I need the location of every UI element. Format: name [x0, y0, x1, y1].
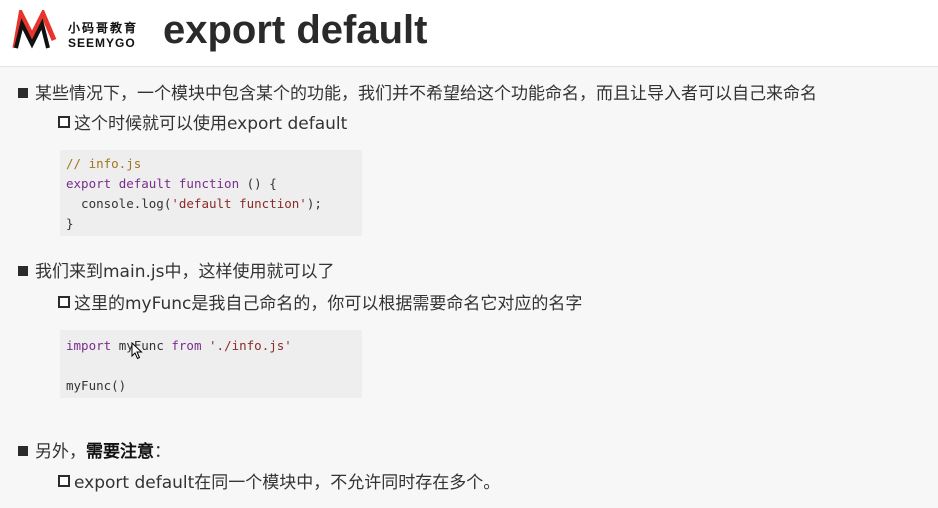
hollow-square-bullet-icon: [58, 475, 70, 487]
section-1-bullet: 某些情况下，一个模块中包含某个的功能，我们并不希望给这个功能命名，而且让导入者可…: [18, 84, 817, 104]
code-line-4: }: [66, 216, 74, 231]
section-1-text: 某些情况下，一个模块中包含某个的功能，我们并不希望给这个功能命名，而且让导入者可…: [35, 84, 817, 104]
section-3-text-prefix: 另外，: [35, 442, 86, 462]
square-bullet-icon: [18, 266, 28, 276]
code-line-3: myFunc(): [66, 378, 127, 393]
slide-header: 小码哥教育 SEEMYGO export default: [0, 0, 938, 66]
section-3-text-strong: 需要注意: [86, 442, 154, 462]
square-bullet-icon: [18, 446, 28, 456]
section-2-sub-bullet: 这里的myFunc是我自己命名的，你可以根据需要命名它对应的名字: [58, 294, 582, 314]
header-divider: [0, 66, 938, 67]
slide-title: export default: [163, 8, 428, 52]
logo-m-icon: [12, 10, 57, 49]
section-2-text: 我们来到main.js中，这样使用就可以了: [35, 262, 335, 282]
code-line-3: console.log('default function');: [66, 196, 322, 211]
square-bullet-icon: [18, 88, 28, 98]
logo-text-en: SEEMYGO: [68, 36, 136, 50]
section-3-bullet: 另外，需要注意：: [18, 442, 171, 462]
code-block-info-js: // info.js export default function () { …: [60, 150, 362, 236]
hollow-square-bullet-icon: [58, 116, 70, 128]
code-line-1: import myFunc from './info.js': [66, 338, 292, 353]
code-line-1: // info.js: [66, 156, 142, 171]
logo: 小码哥教育 SEEMYGO: [12, 8, 146, 56]
section-2-sub-text: 这里的myFunc是我自己命名的，你可以根据需要命名它对应的名字: [74, 294, 583, 314]
section-3-text-suffix: ：: [154, 442, 171, 462]
section-1-sub-bullet: 这个时候就可以使用export default: [58, 114, 347, 134]
hollow-square-bullet-icon: [58, 296, 70, 308]
section-1-sub-text: 这个时候就可以使用export default: [74, 114, 348, 134]
logo-text-cn: 小码哥教育: [68, 21, 139, 35]
code-line-2: export default function () {: [66, 176, 277, 191]
section-2-bullet: 我们来到main.js中，这样使用就可以了: [18, 262, 334, 282]
mouse-pointer-icon: [131, 342, 143, 360]
code-block-main-js: import myFunc from './info.js' myFunc(): [60, 330, 362, 398]
section-3-sub-bullet: export default在同一个模块中，不允许同时存在多个。: [58, 473, 500, 493]
section-3-sub-text: export default在同一个模块中，不允许同时存在多个。: [74, 473, 501, 493]
